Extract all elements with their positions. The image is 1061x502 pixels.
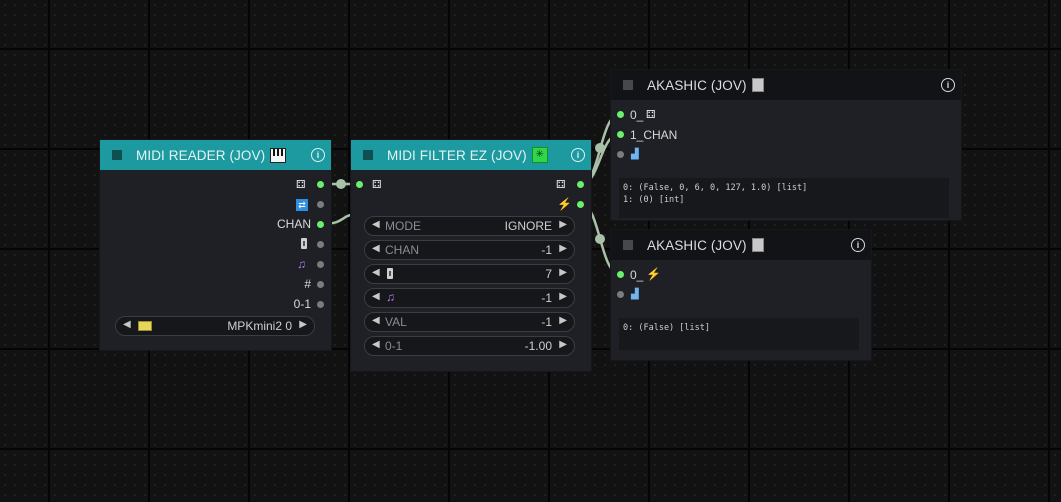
port-value: MPKmini2 0 [227, 319, 292, 333]
widget-value: IGNORE [504, 219, 552, 233]
input-label: 0_ [630, 268, 644, 282]
music-icon: ♫ [297, 257, 306, 271]
swap-icon: ⇄ [296, 199, 308, 211]
input-slot[interactable] [617, 271, 624, 278]
output-display: 0: (False) [list] [619, 318, 859, 350]
keyboard-icon [138, 321, 152, 331]
output-line: 1: (0) [int] [623, 195, 685, 205]
decrement-arrow[interactable]: ◀ [372, 243, 380, 254]
slider-icon [301, 238, 307, 252]
info-icon[interactable]: i [571, 148, 585, 162]
node-header[interactable]: AKASHIC (JOV) i [611, 70, 961, 100]
increment-arrow[interactable]: ▶ [559, 315, 567, 326]
increment-arrow[interactable]: ▶ [299, 319, 307, 330]
trigger-icon: ⚡ [557, 197, 572, 211]
input-slot[interactable] [356, 181, 363, 188]
link-midpoint [595, 234, 605, 244]
output-range-label: 0-1 [293, 297, 311, 311]
drive-icon [751, 78, 764, 92]
widget-value: -1 [541, 291, 552, 305]
output-line: 0: (False) [list] [623, 323, 710, 333]
note-widget[interactable]: ◀ ♫ -1 ▶ [364, 288, 575, 308]
akashic-node-1[interactable]: AKASHIC (JOV) i 0_ ⚃ 1_CHAN ▟ 0: (False,… [611, 70, 961, 220]
collapse-toggle[interactable] [623, 80, 633, 90]
info-icon[interactable]: i [941, 78, 955, 92]
port-select-widget[interactable]: ◀ MPKmini2 0 ▶ [115, 316, 315, 336]
widget-label: MODE [385, 219, 421, 233]
input-slot[interactable] [617, 131, 624, 138]
node-header[interactable]: AKASHIC (JOV) i [611, 230, 871, 260]
input-slot[interactable] [617, 151, 624, 158]
widget-value: -1 [541, 243, 552, 257]
widget-label: CHAN [385, 243, 420, 257]
decrement-arrow[interactable]: ◀ [372, 291, 380, 302]
node-header[interactable]: MIDI READER (JOV) i [100, 140, 331, 170]
output-number-label: # [304, 277, 311, 291]
output-slot[interactable] [577, 181, 584, 188]
increment-arrow[interactable]: ▶ [559, 267, 567, 278]
decrement-arrow[interactable]: ◀ [123, 319, 131, 330]
piano-icon [270, 147, 287, 163]
link-midpoint [595, 143, 605, 153]
info-icon[interactable]: i [311, 148, 325, 162]
node-title: MIDI FILTER EZ (JOV) [387, 147, 527, 163]
collapse-toggle[interactable] [363, 150, 373, 160]
control-widget[interactable]: ◀ 7 ▶ [364, 264, 575, 284]
output-slot[interactable] [317, 261, 324, 268]
link-midpoint [336, 179, 346, 189]
output-slot[interactable] [317, 221, 324, 228]
decrement-arrow[interactable]: ◀ [372, 219, 380, 230]
increment-arrow[interactable]: ▶ [559, 339, 567, 350]
output-chan-label: CHAN [276, 217, 311, 231]
output-line: 0: (False, 0, 6, 0, 127, 1.0) [list] [623, 183, 808, 193]
decrement-arrow[interactable]: ◀ [372, 339, 380, 350]
info-icon[interactable]: i [851, 238, 865, 252]
widget-value: -1 [541, 315, 552, 329]
filter-icon: ✳ [531, 147, 548, 163]
normalized-widget[interactable]: ◀ 0-1 -1.00 ▶ [364, 336, 575, 356]
trigger-icon: ⚡ [646, 267, 661, 281]
output-slot[interactable] [317, 241, 324, 248]
increment-arrow[interactable]: ▶ [559, 219, 567, 230]
node-title: AKASHIC (JOV) [647, 237, 747, 253]
widget-label: VAL [385, 315, 407, 329]
increment-arrow[interactable]: ▶ [559, 243, 567, 254]
increment-arrow[interactable]: ▶ [559, 291, 567, 302]
collapse-toggle[interactable] [112, 150, 122, 160]
output-slot[interactable] [317, 281, 324, 288]
node-title: AKASHIC (JOV) [647, 77, 747, 93]
input-slot[interactable] [617, 291, 624, 298]
widget-value: 7 [545, 267, 552, 281]
mode-widget[interactable]: ◀ MODE IGNORE ▶ [364, 216, 575, 236]
grid-icon: ⚃ [372, 179, 382, 191]
val-widget[interactable]: ◀ VAL -1 ▶ [364, 312, 575, 332]
collapse-toggle[interactable] [623, 240, 633, 250]
input-label: 0_ [630, 108, 644, 122]
akashic-node-2[interactable]: AKASHIC (JOV) i 0_ ⚡ ▟ 0: (False) [list] [611, 230, 871, 360]
image-icon: ▟ [631, 289, 639, 300]
grid-icon: ⚃ [556, 179, 566, 191]
grid-icon: ⚃ [646, 109, 656, 121]
decrement-arrow[interactable]: ◀ [372, 267, 380, 278]
widget-value: -1.00 [524, 339, 552, 353]
node-header[interactable]: MIDI FILTER EZ (JOV) ✳ i [351, 140, 591, 170]
midi-reader-node[interactable]: MIDI READER (JOV) i ⚃ ⇄ CHAN ♫ # 0-1 ◀ M… [100, 140, 331, 350]
input-slot[interactable] [617, 111, 624, 118]
slider-icon [387, 268, 393, 279]
chan-widget[interactable]: ◀ CHAN -1 ▶ [364, 240, 575, 260]
widget-label: 0-1 [385, 339, 403, 353]
midi-filter-node[interactable]: MIDI FILTER EZ (JOV) ✳ i ⚃ ⚃ ⚡ ◀ MODE IG… [351, 140, 591, 371]
image-icon: ▟ [631, 149, 639, 160]
grid-icon: ⚃ [296, 179, 306, 191]
output-slot[interactable] [317, 181, 324, 188]
decrement-arrow[interactable]: ◀ [372, 315, 380, 326]
drive-icon [751, 238, 764, 252]
output-slot[interactable] [317, 201, 324, 208]
music-icon: ♫ [386, 290, 395, 304]
output-display: 0: (False, 0, 6, 0, 127, 1.0) [list] 1: … [619, 178, 949, 218]
output-slot[interactable] [317, 301, 324, 308]
input-label: 1_CHAN [630, 128, 678, 142]
node-title: MIDI READER (JOV) [136, 147, 266, 163]
output-slot[interactable] [577, 201, 584, 208]
